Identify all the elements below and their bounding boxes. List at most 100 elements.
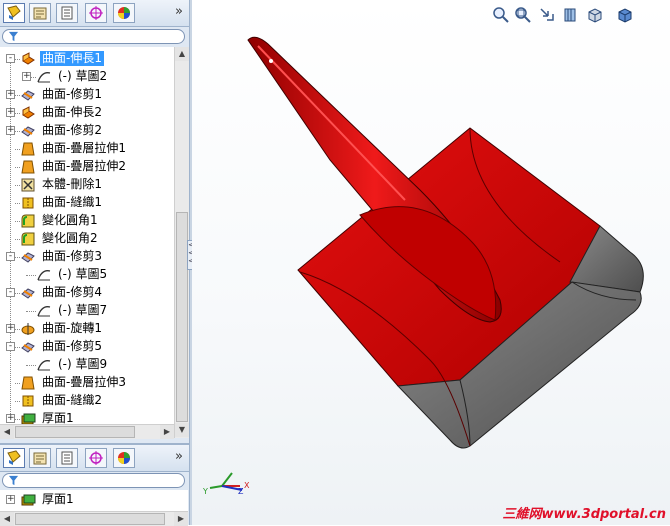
expand-toggle[interactable]: + bbox=[6, 108, 15, 117]
more-tabs-chevron[interactable]: » bbox=[175, 4, 183, 19]
thicken-icon bbox=[21, 413, 36, 424]
hscroll-thumb[interactable] bbox=[15, 513, 165, 525]
feature-manager-tab[interactable] bbox=[3, 3, 25, 23]
tree-item[interactable]: + 厚面1 bbox=[0, 410, 174, 424]
tree-item-label: 曲面-修剪1 bbox=[42, 87, 102, 101]
dimxpert-tab[interactable] bbox=[85, 3, 107, 23]
expand-toggle[interactable]: - bbox=[6, 54, 15, 63]
feature-manager-icon bbox=[7, 450, 21, 465]
expand-toggle[interactable]: + bbox=[6, 414, 15, 423]
configuration-manager-icon bbox=[61, 451, 73, 465]
loft-surface-icon bbox=[21, 376, 35, 390]
triad-x-label: X bbox=[244, 481, 250, 490]
scroll-right-arrow[interactable]: ▶ bbox=[160, 425, 174, 439]
tree-item-label: 本體-刪除1 bbox=[42, 177, 102, 191]
tree-item[interactable]: - 曲面-伸長1 bbox=[0, 50, 174, 68]
feature-manager-panel: » - 曲面-伸長1 + (-) 草圖2 + 曲面-修剪1 + 曲面-伸長2 + 曲面-修剪2 曲面… bbox=[0, 0, 189, 526]
expand-toggle[interactable]: + bbox=[6, 495, 15, 504]
tree-item-label: 變化圓角2 bbox=[42, 231, 98, 245]
bottom-horizontal-scrollbar[interactable]: ◀ ▶ bbox=[0, 511, 188, 526]
scroll-left-arrow[interactable]: ◀ bbox=[0, 512, 14, 526]
scroll-right-arrow[interactable]: ▶ bbox=[174, 512, 188, 526]
expand-toggle[interactable]: + bbox=[6, 324, 15, 333]
expand-toggle[interactable]: + bbox=[6, 126, 15, 135]
tree-item-label: 變化圓角1 bbox=[42, 213, 98, 227]
display-manager-icon bbox=[118, 452, 130, 464]
tree-item[interactable]: + 曲面-旋轉1 bbox=[0, 320, 174, 338]
tree-item-label: 曲面-疊層拉伸2 bbox=[42, 159, 126, 173]
tree-item-label: 曲面-旋轉1 bbox=[42, 321, 102, 335]
more-tabs-chevron-bottom[interactable]: » bbox=[175, 449, 183, 464]
property-manager-tab-bottom[interactable] bbox=[29, 448, 51, 468]
bottom-tree-filter-field[interactable] bbox=[2, 473, 185, 488]
tree-item[interactable]: 本體-刪除1 bbox=[0, 176, 174, 194]
loft-surface-icon bbox=[21, 142, 35, 156]
display-manager-icon bbox=[118, 7, 130, 19]
display-manager-tab[interactable] bbox=[113, 3, 135, 23]
tree-item[interactable]: - 曲面-修剪3 bbox=[0, 248, 174, 266]
tree-horizontal-scrollbar[interactable]: ◀ ▶ bbox=[0, 424, 174, 439]
trim-surface-icon bbox=[21, 126, 35, 137]
display-manager-tab-bottom[interactable] bbox=[113, 448, 135, 468]
tree-item[interactable]: 曲面-疊層拉伸1 bbox=[0, 140, 174, 158]
triad-y-label: Y bbox=[202, 487, 208, 496]
tree-item[interactable]: (-) 草圖9 bbox=[0, 356, 174, 374]
graphics-viewport[interactable]: Y Z X 三維网www.3dportal.cn bbox=[192, 0, 670, 525]
dimxpert-tab-bottom[interactable] bbox=[85, 448, 107, 468]
tree-item-label: 曲面-修剪2 bbox=[42, 123, 102, 137]
property-manager-icon bbox=[33, 7, 47, 20]
tree-guide-line bbox=[26, 365, 36, 366]
tree-item[interactable]: (-) 草圖7 bbox=[0, 302, 174, 320]
tree-item-label: (-) 草圖9 bbox=[58, 357, 108, 371]
expand-toggle[interactable]: + bbox=[22, 72, 31, 81]
coordinate-triad: Y Z X bbox=[202, 472, 250, 496]
tree-item[interactable]: 曲面-疊層拉伸2 bbox=[0, 158, 174, 176]
trim-surface-icon bbox=[21, 342, 35, 353]
filter-icon bbox=[8, 31, 19, 42]
tree-item[interactable]: 曲面-疊層拉伸3 bbox=[0, 374, 174, 392]
property-manager-tab[interactable] bbox=[29, 3, 51, 23]
tree-item-label: 厚面1 bbox=[42, 411, 74, 424]
tree-item[interactable]: + 曲面-修剪1 bbox=[0, 86, 174, 104]
tree-item[interactable]: + (-) 草圖2 bbox=[0, 68, 174, 86]
tree-item[interactable]: 曲面-縫織2 bbox=[0, 392, 174, 410]
trim-surface-icon bbox=[21, 252, 35, 263]
panel-tab-bar: » bbox=[0, 0, 189, 27]
tree-item[interactable]: + 曲面-修剪2 bbox=[0, 122, 174, 140]
tree-guide-line bbox=[26, 275, 36, 276]
fillet-icon bbox=[21, 232, 35, 246]
revolve-surface-icon bbox=[21, 323, 35, 335]
hscroll-thumb[interactable] bbox=[15, 426, 135, 438]
property-manager-icon bbox=[33, 452, 47, 465]
scroll-up-arrow[interactable]: ▲ bbox=[175, 47, 189, 61]
extrude-surface-icon bbox=[22, 52, 35, 65]
sketch-icon bbox=[37, 360, 51, 371]
tree-item-label: 曲面-疊層拉伸3 bbox=[42, 375, 126, 389]
tree-item[interactable]: (-) 草圖5 bbox=[0, 266, 174, 284]
tree-item[interactable]: - 曲面-修剪4 bbox=[0, 284, 174, 302]
tree-filter-field[interactable] bbox=[2, 29, 185, 44]
feature-manager-tab-bottom[interactable] bbox=[3, 448, 25, 468]
expand-toggle[interactable]: - bbox=[6, 252, 15, 261]
expand-toggle[interactable]: - bbox=[6, 288, 15, 297]
tree-item-label: 曲面-伸長1 bbox=[40, 51, 104, 66]
trim-surface-icon bbox=[21, 288, 35, 299]
knit-surface-icon bbox=[22, 197, 34, 209]
tree-item[interactable]: 變化圓角1 bbox=[0, 212, 174, 230]
tree-item[interactable]: 變化圓角2 bbox=[0, 230, 174, 248]
scroll-left-arrow[interactable]: ◀ bbox=[0, 425, 14, 439]
expand-toggle[interactable]: + bbox=[6, 90, 15, 99]
tree-item-thicken[interactable]: + 厚面1 bbox=[0, 491, 174, 509]
filter-icon bbox=[8, 475, 19, 486]
tree-item[interactable]: 曲面-縫織1 bbox=[0, 194, 174, 212]
loft-surface-icon bbox=[21, 160, 35, 174]
configuration-manager-tab[interactable] bbox=[56, 3, 78, 23]
tree-item[interactable]: + 曲面-伸長2 bbox=[0, 104, 174, 122]
knit-surface-icon bbox=[22, 395, 34, 407]
configuration-manager-tab-bottom[interactable] bbox=[56, 448, 78, 468]
tree-item-label: 曲面-修剪4 bbox=[42, 285, 102, 299]
tree-item[interactable]: - 曲面-修剪5 bbox=[0, 338, 174, 356]
scroll-down-arrow[interactable]: ▼ bbox=[175, 423, 189, 437]
expand-toggle[interactable]: - bbox=[6, 342, 15, 351]
shovel-3d-model[interactable] bbox=[192, 0, 670, 525]
